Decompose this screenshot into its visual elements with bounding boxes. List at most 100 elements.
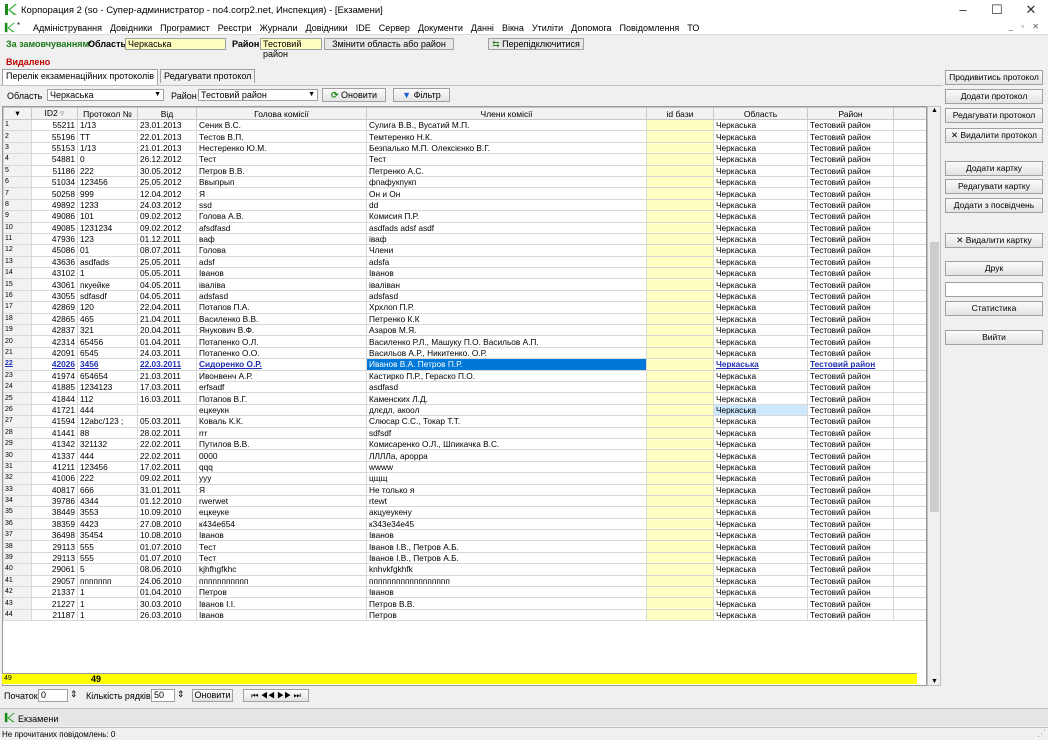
members-cell[interactable]: sdfsdf [366, 426, 647, 439]
table-row[interactable]: 21 42091 6545 24.03.2011 Потапенко О.О. Васил… [3, 346, 926, 360]
region-cell[interactable]: Черкаська [713, 289, 808, 303]
protocol-cell[interactable]: 555 [77, 540, 138, 553]
id2-cell[interactable]: 42865 [31, 312, 78, 326]
protocol-cell[interactable]: asdfads [77, 255, 138, 269]
chairman-cell[interactable]: Сеник В.С. [196, 118, 367, 132]
region-cell[interactable]: Черкаська [713, 130, 808, 143]
edit-protocol-button[interactable]: Редагувати протокол [945, 108, 1043, 123]
region-cell[interactable]: Черкаська [713, 437, 808, 451]
id2-cell[interactable]: 45086 [31, 244, 78, 257]
id2-cell[interactable]: 43636 [31, 255, 78, 269]
column-header-members[interactable]: Члени комісії [366, 107, 647, 120]
id2-cell[interactable]: 41594 [31, 415, 78, 428]
table-row[interactable]: 15 43061 пкуейке 04.05.2011 іваліва іваліван Ч… [3, 278, 926, 291]
protocol-cell[interactable]: 120 [77, 301, 138, 314]
date-cell[interactable]: 09.02.2012 [137, 210, 197, 223]
row-count-input[interactable]: 50 [151, 689, 175, 702]
menu-item[interactable]: Журнали [260, 23, 298, 33]
base-id-cell[interactable] [646, 369, 714, 383]
row-number[interactable]: 29 [3, 437, 32, 451]
district-cell[interactable]: Тестовий район [807, 187, 894, 200]
district-cell[interactable]: Тестовий район [807, 130, 894, 143]
start-spin-icon[interactable]: ⇕ [70, 689, 78, 700]
table-row[interactable]: 35 38449 3553 10.09.2010 ецкеуке акцуеукену Че… [3, 506, 926, 519]
base-id-cell[interactable] [646, 529, 714, 542]
table-row[interactable]: 38 29113 555 01.07.2010 Тест Іванов І.В., Пет… [3, 540, 926, 553]
date-cell[interactable]: 23.01.2013 [137, 118, 197, 132]
row-number[interactable]: 27 [3, 415, 32, 428]
chairman-cell[interactable]: іваліва [196, 278, 367, 291]
reconnect-button[interactable]: ⇆ Перепідключитися [488, 38, 584, 50]
refresh-button[interactable]: ⟳ Оновити [322, 88, 386, 102]
table-row[interactable]: 36 38359 4423 27.08.2010 к434е654 к343е34е45 Ч… [3, 517, 926, 531]
chairman-cell[interactable]: ппппппппппп [196, 574, 367, 588]
column-header-region[interactable]: Область [713, 107, 808, 120]
date-cell[interactable]: 25.05.2011 [137, 255, 197, 269]
chairman-cell[interactable]: 0000 [196, 449, 367, 462]
chairman-cell[interactable]: Тест [196, 551, 367, 565]
protocol-cell[interactable]: 1234123 [77, 380, 138, 394]
chairman-cell[interactable]: Коваль К.К. [196, 415, 367, 428]
table-row[interactable]: 30 41337 444 22.02.2011 0000 ЛЛЛЛа, арорра Чер… [3, 449, 926, 462]
region-cell[interactable]: Черкаська [713, 346, 808, 360]
date-cell[interactable]: 01.04.2010 [137, 585, 197, 599]
date-cell[interactable]: 22.01.2013 [137, 130, 197, 143]
district-cell[interactable]: Тестовий район [807, 392, 894, 405]
district-cell[interactable]: Тестовий район [807, 380, 894, 394]
protocol-cell[interactable]: 321132 [77, 437, 138, 451]
chairman-cell[interactable]: Голова А.В. [196, 210, 367, 223]
table-row[interactable]: 7 50258 999 12.04.2012 Я Он и Он Черкаська Тест… [3, 187, 926, 200]
region-cell[interactable]: Черкаська [713, 187, 808, 200]
base-id-cell[interactable] [646, 380, 714, 394]
id2-cell[interactable]: 42837 [31, 324, 78, 337]
region-cell[interactable]: Черкаська [713, 358, 808, 371]
district-cell[interactable]: Тестовий район [807, 574, 894, 588]
region-cell[interactable]: Черкаська [713, 392, 808, 405]
id2-cell[interactable]: 47936 [31, 232, 78, 246]
district-cell[interactable]: Тестовий район [807, 164, 894, 177]
protocol-cell[interactable]: 666 [77, 483, 138, 496]
protocol-cell[interactable]: 3456 [77, 358, 138, 371]
id2-cell[interactable]: 41721 [31, 403, 78, 417]
protocol-cell[interactable]: 1 [77, 585, 138, 599]
menu-item[interactable]: IDE [356, 23, 371, 33]
delete-protocol-button[interactable]: ✕ Видалити протокол [945, 128, 1043, 143]
chairman-cell[interactable]: Потапов В.Г. [196, 392, 367, 405]
vertical-scrollbar[interactable]: ▲ ▼ [927, 106, 941, 686]
members-cell[interactable]: Петренко К.К [366, 312, 647, 326]
region-cell[interactable]: Черкаська [713, 312, 808, 326]
id2-cell[interactable]: 55211 [31, 118, 78, 132]
base-id-cell[interactable] [646, 232, 714, 246]
row-number[interactable]: 19 [3, 324, 32, 337]
id2-cell[interactable]: 29113 [31, 551, 78, 565]
column-header-district[interactable]: Район [807, 107, 894, 120]
chairman-cell[interactable]: Я [196, 187, 367, 200]
date-cell[interactable]: 10.09.2010 [137, 506, 197, 519]
row-number[interactable]: 20 [3, 335, 32, 348]
add-protocol-button[interactable]: Додати протокол [945, 89, 1043, 104]
add-from-certificates-button[interactable]: Додати з посвідчень [945, 198, 1043, 213]
row-number[interactable]: 28 [3, 426, 32, 439]
table-row[interactable]: 27 41594 12abc/123 ; 05.03.2011 Коваль К.К. С… [3, 415, 926, 428]
protocol-cell[interactable]: 444 [77, 403, 138, 417]
protocol-cell[interactable]: 123456 [77, 175, 138, 189]
row-number[interactable]: 24 [3, 380, 32, 394]
chairman-cell[interactable]: Янукович В.Ф. [196, 324, 367, 337]
row-number[interactable]: 25 [3, 392, 32, 405]
table-row[interactable]: 33 40817 666 31.01.2011 Я Не только я Черкаськ… [3, 483, 926, 496]
district-cell[interactable]: Тестовий район [807, 244, 894, 257]
protocol-cell[interactable]: 35454 [77, 529, 138, 542]
protocol-cell[interactable]: 1 [77, 267, 138, 280]
base-id-cell[interactable] [646, 187, 714, 200]
menu-item[interactable]: Допомога [571, 23, 611, 33]
row-number[interactable]: 23 [3, 369, 32, 383]
base-id-cell[interactable] [646, 574, 714, 588]
protocol-cell[interactable]: 4344 [77, 494, 138, 508]
date-cell[interactable]: 21.01.2013 [137, 141, 197, 155]
members-cell[interactable]: Іванов І.В., Петров А.Б. [366, 551, 647, 565]
row-number[interactable]: 38 [3, 540, 32, 553]
id2-cell[interactable]: 42869 [31, 301, 78, 314]
district-cell[interactable]: Тестовий район [807, 175, 894, 189]
table-row[interactable]: 26 41721 444 ецкеукн длєдл, акоол Черкаська Те… [3, 403, 926, 417]
row-number[interactable]: 4 [3, 153, 32, 166]
